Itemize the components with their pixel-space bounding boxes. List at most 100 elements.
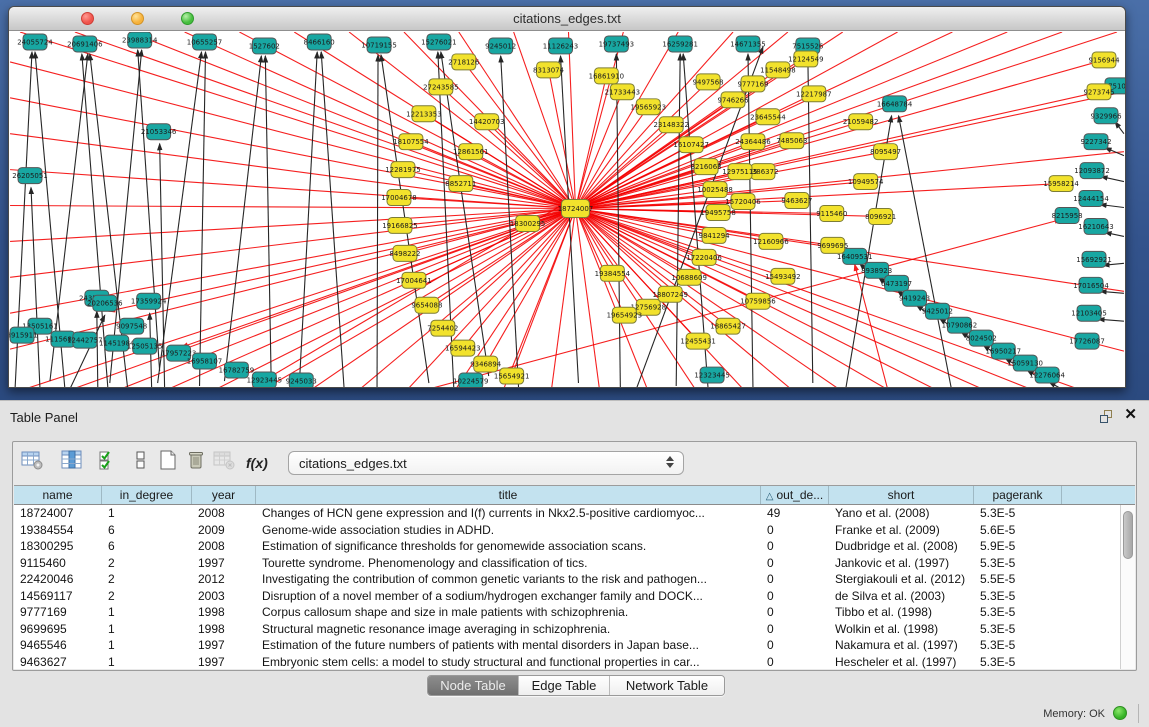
table-cell[interactable]: Wolkin et al. (1998) — [829, 621, 974, 638]
graph-node[interactable]: 16648784 — [877, 96, 913, 112]
close-panel-icon[interactable]: ✕ — [1124, 407, 1137, 422]
table-cell[interactable]: Embryonic stem cells: a model to study s… — [256, 654, 761, 670]
graph-node[interactable]: 8024502 — [966, 330, 997, 346]
graph-node[interactable]: 21059482 — [843, 114, 878, 130]
graph-node[interactable]: 21733443 — [605, 84, 640, 100]
table-cell[interactable]: 2 — [102, 555, 192, 572]
table-cell[interactable]: 14569117 — [14, 588, 102, 605]
column-header-short[interactable]: short — [829, 486, 974, 504]
table-cell[interactable]: 22420046 — [14, 571, 102, 588]
graph-node[interactable]: 17004678 — [381, 190, 416, 206]
table-row[interactable]: 1938455462009Genome-wide association stu… — [14, 522, 1135, 539]
table-cell[interactable]: 5.3E-5 — [974, 654, 1062, 670]
column-header-name[interactable]: name — [14, 486, 102, 504]
graph-node[interactable]: 16210643 — [1078, 218, 1113, 234]
row-height-icon[interactable] — [129, 450, 155, 476]
graph-node[interactable]: 15276021 — [421, 34, 456, 50]
delete-table-icon[interactable] — [185, 450, 211, 476]
table-cell[interactable]: 9777169 — [14, 604, 102, 621]
table-cell[interactable]: Structural magnetic resonance image aver… — [256, 621, 761, 638]
graph-node[interactable]: 12444154 — [1073, 191, 1109, 207]
graph-node[interactable]: 9654088 — [411, 297, 442, 313]
table-cell[interactable]: 1997 — [192, 555, 256, 572]
table-cell[interactable]: 2 — [102, 571, 192, 588]
graph-node[interactable]: 24364486 — [735, 134, 770, 150]
table-cell[interactable]: 1 — [102, 505, 192, 522]
graph-node[interactable]: 9346894 — [470, 356, 502, 372]
table-cell[interactable]: 0 — [761, 637, 829, 654]
table-cell[interactable]: Nakamura et al. (1997) — [829, 637, 974, 654]
table-cell[interactable]: 0 — [761, 522, 829, 539]
graph-node[interactable]: 8852711 — [445, 176, 476, 192]
graph-node[interactable]: 12103405 — [1071, 305, 1106, 321]
table-cell[interactable]: 9115460 — [14, 555, 102, 572]
graph-node[interactable]: 9156944 — [1088, 52, 1120, 68]
new-table-icon[interactable] — [157, 450, 183, 476]
table-cell[interactable]: 0 — [761, 604, 829, 621]
tab-edge-table[interactable]: Edge Table — [518, 676, 609, 695]
table-cell[interactable]: 1 — [102, 604, 192, 621]
table-row[interactable]: 911546021997Tourette syndrome. Phenomeno… — [14, 555, 1135, 572]
table-cell[interactable]: 2003 — [192, 588, 256, 605]
table-cell[interactable]: 1998 — [192, 604, 256, 621]
memory-status-indicator[interactable] — [1113, 706, 1127, 720]
graph-node[interactable]: 8216063 — [691, 159, 722, 175]
table-cell[interactable]: de Silva et al. (2003) — [829, 588, 974, 605]
graph-node[interactable]: 19737493 — [599, 36, 634, 52]
column-header-in-degree[interactable]: in_degree — [102, 486, 192, 504]
table-cell[interactable]: 2009 — [192, 522, 256, 539]
graph-node[interactable]: 9841294 — [699, 227, 731, 243]
scrollbar-thumb[interactable] — [1123, 511, 1133, 559]
table-row[interactable]: 2242004622012Investigating the contribut… — [14, 571, 1135, 588]
table-cell[interactable]: Stergiakouli et al. (2012) — [829, 571, 974, 588]
graph-node[interactable]: 1527602 — [249, 38, 280, 54]
graph-node[interactable]: 20691406 — [67, 36, 102, 52]
graph-node[interactable]: 9227342 — [1080, 134, 1111, 150]
graph-node[interactable]: 15493492 — [765, 268, 800, 284]
graph-node[interactable]: 17220406 — [686, 249, 721, 265]
table-cell[interactable]: 5.6E-5 — [974, 522, 1062, 539]
table-cell[interactable]: 1997 — [192, 637, 256, 654]
select-rows-icon[interactable] — [98, 450, 124, 476]
graph-node[interactable]: 8498222 — [389, 245, 420, 261]
graph-node[interactable]: 9245033 — [286, 373, 317, 387]
graph-node[interactable]: 9329966 — [1090, 108, 1121, 124]
network-window-titlebar[interactable]: citations_edges.txt — [9, 7, 1125, 31]
column-header-title[interactable]: title — [256, 486, 761, 504]
table-cell[interactable]: Tourette syndrome. Phenomenology and cla… — [256, 555, 761, 572]
table-row[interactable]: 1456911722003Disruption of a novel membe… — [14, 588, 1135, 605]
graph-node[interactable]: 18865427 — [710, 318, 745, 334]
table-cell[interactable]: 2008 — [192, 538, 256, 555]
graph-node[interactable]: 6473197 — [881, 275, 912, 291]
graph-node[interactable]: 11548498 — [760, 62, 795, 78]
graph-node[interactable]: 17359924 — [131, 293, 167, 309]
graph-node[interactable]: 3915911 — [9, 327, 38, 343]
table-cell[interactable]: 2008 — [192, 505, 256, 522]
table-cell[interactable]: 5.9E-5 — [974, 538, 1062, 555]
table-cell[interactable]: Corpus callosum shape and size in male p… — [256, 604, 761, 621]
table-cell[interactable]: 5.3E-5 — [974, 621, 1062, 638]
table-cell[interactable]: 0 — [761, 555, 829, 572]
graph-node[interactable]: 19384554 — [595, 265, 631, 281]
graph-node[interactable]: 19495758 — [700, 205, 735, 221]
table-cell[interactable]: Investigating the contribution of common… — [256, 571, 761, 588]
table-cell[interactable]: 9465546 — [14, 637, 102, 654]
table-cell[interactable]: 1998 — [192, 621, 256, 638]
graph-node[interactable]: 2718126 — [448, 54, 479, 70]
table-cell[interactable]: 5.3E-5 — [974, 505, 1062, 522]
graph-node[interactable]: 15720406 — [725, 194, 760, 210]
graph-node[interactable]: 9463627 — [781, 193, 812, 209]
graph-node[interactable]: 10949574 — [848, 174, 884, 190]
graph-node[interactable]: 14420703 — [469, 114, 504, 130]
table-cell[interactable]: 5.5E-5 — [974, 571, 1062, 588]
table-selector-dropdown[interactable]: citations_edges.txt — [288, 451, 684, 475]
graph-node[interactable]: 12093872 — [1074, 163, 1109, 179]
table-cell[interactable]: 0 — [761, 621, 829, 638]
graph-node[interactable]: 7254402 — [427, 320, 458, 336]
graph-node[interactable]: 9115460 — [816, 206, 847, 222]
table-row[interactable]: 946362711997Embryonic stem cells: a mode… — [14, 654, 1135, 670]
float-window-icon[interactable] — [1100, 410, 1115, 425]
table-cell[interactable]: 1 — [102, 637, 192, 654]
table-cell[interactable]: Changes of HCN gene expression and I(f) … — [256, 505, 761, 522]
table-cell[interactable]: Hescheler et al. (1997) — [829, 654, 974, 670]
